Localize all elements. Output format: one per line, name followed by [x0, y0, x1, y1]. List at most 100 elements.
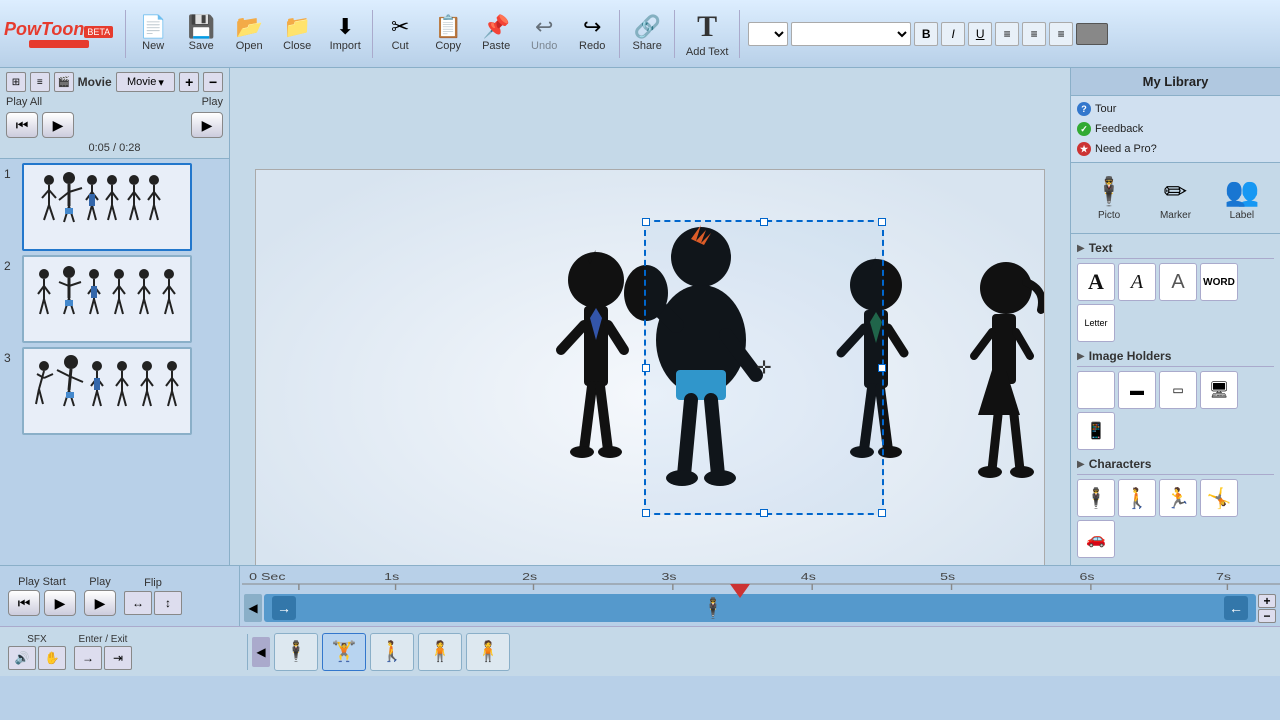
flip-h-button[interactable]: ↔: [124, 591, 152, 615]
play-label[interactable]: Play: [202, 96, 223, 108]
zoom-in-button[interactable]: +: [1258, 594, 1276, 608]
slide-item-1[interactable]: 1: [4, 163, 225, 251]
holder-blank[interactable]: [1077, 371, 1115, 409]
svg-text:4s: 4s: [801, 571, 816, 582]
marker-icon: ✏: [1164, 175, 1187, 208]
add-slide-button[interactable]: +: [179, 72, 199, 92]
text-style-a3[interactable]: A: [1159, 263, 1197, 301]
main-canvas[interactable]: ✛ CREATED USING PowToon: [255, 169, 1045, 619]
anim-frame-1[interactable]: 🕴: [274, 633, 318, 671]
slide-thumb-2[interactable]: [22, 255, 192, 343]
timeline-playhead[interactable]: [730, 584, 750, 598]
sfx-button[interactable]: 🔊: [8, 646, 36, 670]
cut-button[interactable]: ✂ Cut: [377, 6, 423, 62]
slide-thumb-1[interactable]: [22, 163, 192, 251]
holder-monitor[interactable]: 🖥: [1200, 371, 1238, 409]
list-view-button[interactable]: ≡: [30, 72, 50, 92]
handle-tc[interactable]: [760, 218, 768, 226]
align-right-button[interactable]: ≡: [1049, 22, 1073, 46]
marker-button[interactable]: ✏ Marker: [1152, 171, 1199, 225]
pro-item[interactable]: ★ Need a Pro?: [1077, 140, 1274, 158]
handle-bc[interactable]: [760, 509, 768, 517]
text-style-a1[interactable]: A: [1077, 263, 1115, 301]
handle-br[interactable]: [878, 509, 886, 517]
slide-thumb-3[interactable]: [22, 347, 192, 435]
svg-text:6s: 6s: [1080, 571, 1095, 582]
slide-item-3[interactable]: 3: [4, 347, 225, 435]
grid-view-button[interactable]: ⊞: [6, 72, 26, 92]
play-fwd-button[interactable]: ▶: [191, 112, 223, 138]
play-prev-button[interactable]: ⏮: [6, 112, 38, 138]
undo-button[interactable]: ↩ Undo: [521, 6, 567, 62]
align-left-button[interactable]: ≡: [995, 22, 1019, 46]
char-3[interactable]: 🏃: [1159, 479, 1197, 517]
tour-item[interactable]: ? Tour: [1077, 100, 1274, 118]
flip-v-button[interactable]: ↕: [154, 591, 182, 615]
new-button[interactable]: 📄 New: [130, 6, 176, 62]
char-5[interactable]: 🚗: [1077, 520, 1115, 558]
holder-square[interactable]: ▬: [1118, 371, 1156, 409]
timeline-exit-arrow[interactable]: ←: [1224, 596, 1248, 620]
holder-wide[interactable]: ▭: [1159, 371, 1197, 409]
char-1[interactable]: 🕴: [1077, 479, 1115, 517]
handle-bl[interactable]: [642, 509, 650, 517]
font-name-select[interactable]: [791, 22, 911, 46]
image-holders-title: Image Holders: [1089, 349, 1172, 363]
zoom-out-button[interactable]: −: [1258, 609, 1276, 623]
slide-item-2[interactable]: 2: [4, 255, 225, 343]
char-4[interactable]: 🤸: [1200, 479, 1238, 517]
copy-button[interactable]: 📋 Copy: [425, 6, 471, 62]
hand-button[interactable]: ✋: [38, 646, 66, 670]
anim-scroll-left[interactable]: ◀: [252, 637, 270, 667]
timeline-scroll-left[interactable]: ◀: [244, 594, 262, 622]
redo-button[interactable]: ↪ Redo: [569, 6, 615, 62]
open-button[interactable]: 📂 Open: [226, 6, 272, 62]
feedback-item[interactable]: ✓ Feedback: [1077, 120, 1274, 138]
text-color-picker[interactable]: [1076, 23, 1108, 45]
enter-button[interactable]: →: [74, 646, 102, 670]
text-style-word[interactable]: WORD: [1200, 263, 1238, 301]
exit-button[interactable]: ⇥: [104, 646, 132, 670]
char-2[interactable]: 🚶: [1118, 479, 1156, 517]
anim-frame-3[interactable]: 🚶: [370, 633, 414, 671]
picto-button[interactable]: 🕴 Picto: [1084, 171, 1135, 225]
add-text-button[interactable]: T Add Text: [679, 6, 735, 62]
import-button[interactable]: ⬇ Import: [322, 6, 368, 62]
timeline-enter-arrow[interactable]: →: [272, 596, 296, 620]
bold-button[interactable]: B: [914, 22, 938, 46]
anim-frame-2[interactable]: 🏋: [322, 633, 366, 671]
text-style-a2[interactable]: A: [1118, 263, 1156, 301]
image-holders-section-header[interactable]: ▶ Image Holders: [1077, 346, 1274, 367]
text-style-letters[interactable]: Letter: [1077, 304, 1115, 342]
label-button[interactable]: 👥 Label: [1216, 171, 1267, 225]
filmstrip-button[interactable]: 🎬: [54, 72, 74, 92]
font-size-select[interactable]: [748, 22, 788, 46]
bottom-play-start: Play Start ⏮ ▶: [8, 576, 76, 616]
save-button[interactable]: 💾 Save: [178, 6, 224, 62]
share-button[interactable]: 🔗 Share: [624, 6, 670, 62]
movie-type-button[interactable]: Movie ▾: [116, 72, 176, 92]
divider-4: [674, 10, 675, 58]
align-center-button[interactable]: ≡: [1022, 22, 1046, 46]
underline-button[interactable]: U: [968, 22, 992, 46]
handle-tl[interactable]: [642, 218, 650, 226]
characters-section-header[interactable]: ▶ Characters: [1077, 454, 1274, 475]
italic-button[interactable]: I: [941, 22, 965, 46]
bottom-play-button[interactable]: ▶: [44, 590, 76, 616]
play-main-button[interactable]: ▶: [42, 112, 74, 138]
play-all-label[interactable]: Play All: [6, 96, 42, 108]
timeline-bar[interactable]: → 🕴 ←: [264, 594, 1256, 622]
anim-frame-5[interactable]: 🧍: [466, 633, 510, 671]
bottom-play2-button[interactable]: ▶: [84, 590, 116, 616]
text-section-header[interactable]: ▶ Text: [1077, 238, 1274, 259]
holder-tablet[interactable]: 📱: [1077, 412, 1115, 450]
handle-tr[interactable]: [878, 218, 886, 226]
remove-slide-button[interactable]: −: [203, 72, 223, 92]
close-button[interactable]: 📁 Close: [274, 6, 320, 62]
paste-button[interactable]: 📌 Paste: [473, 6, 519, 62]
anim-frame-4[interactable]: 🧍: [418, 633, 462, 671]
bottom-rewind-button[interactable]: ⏮: [8, 590, 40, 616]
handle-ml[interactable]: [642, 364, 650, 372]
handle-mr[interactable]: [878, 364, 886, 372]
label-icon: 👥: [1224, 175, 1259, 208]
